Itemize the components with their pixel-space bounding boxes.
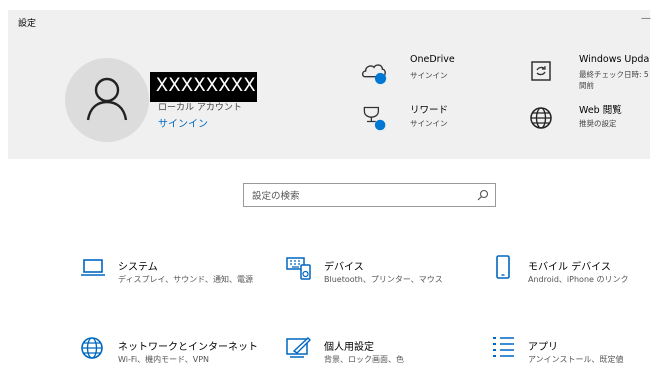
quick-item-subtitle: 最終チェック日時: 5 [579,70,649,79]
quick-item-windows-update[interactable]: Windows Upda 最終チェック日時: 5 間前 [528,54,650,98]
user-icon [86,77,128,121]
category-personalization[interactable]: 個人用設定 背景、ロック画面、色 [286,335,471,371]
category-title: 個人用設定 [324,342,374,353]
onedrive-cloud-icon [361,64,387,85]
category-title: システム [118,262,158,273]
quick-item-title: Windows Upda [579,54,650,65]
category-title: モバイル デバイス [528,262,611,273]
category-system[interactable]: システム ディスプレイ、サウンド、通知、電源 [80,255,265,291]
rewards-trophy-icon [363,106,386,131]
quick-item-subtitle: 推奨の設定 [579,119,617,128]
phone-icon [496,255,510,279]
category-subtitle: Bluetooth、プリンター、マウス [324,275,443,284]
category-subtitle: アンインストール、既定値 [528,355,624,364]
window-title: 設定 [18,19,37,29]
search-placeholder: 設定の検索 [252,191,300,202]
personalization-pen-icon [286,337,311,358]
quick-item-onedrive[interactable]: OneDrive サインイン [360,54,480,90]
quick-item-web-browsing[interactable]: Web 閲覧 推奨の設定 [528,104,650,136]
category-subtitle: Wi-Fi、機内モード、VPN [118,355,210,364]
apps-list-icon [493,337,514,357]
quick-item-subtitle: 間前 [579,81,594,90]
quick-item-subtitle: サインイン [410,71,448,80]
quick-item-title: OneDrive [410,54,455,65]
category-network-internet[interactable]: ネットワークとインターネット Wi-Fi、機内モード、VPN [80,335,265,371]
devices-keyboard-icon [286,257,311,280]
quick-item-subtitle: サインイン [410,119,448,128]
quick-item-title: Web 閲覧 [579,105,622,116]
account-signin-link[interactable]: サインイン [158,115,208,130]
category-apps[interactable]: アプリ アンインストール、既定値 [492,335,652,371]
settings-search-input[interactable]: 設定の検索 [243,183,496,207]
category-devices[interactable]: デバイス Bluetooth、プリンター、マウス [286,255,471,291]
laptop-icon [81,259,105,276]
account-username: XXXXXXXX [150,72,257,102]
quick-item-title: リワード [410,105,449,116]
search-icon[interactable] [477,189,489,201]
category-title: アプリ [528,342,558,353]
globe-network-icon [81,337,103,359]
globe-icon [530,107,552,129]
category-subtitle: Android、iPhone のリンク [528,275,629,284]
minimize-button[interactable]: — [641,13,651,24]
windows-update-icon [531,61,551,81]
category-subtitle: 背景、ロック画面、色 [324,355,404,364]
quick-item-rewards[interactable]: リワード サインイン [360,104,480,136]
account-type: ローカル アカウント [158,103,242,113]
category-title: ネットワークとインターネット [118,342,258,353]
category-title: デバイス [324,262,364,273]
avatar[interactable] [65,58,149,142]
category-subtitle: ディスプレイ、サウンド、通知、電源 [118,275,253,284]
category-mobile-devices[interactable]: モバイル デバイス Android、iPhone のリンク [492,255,652,291]
